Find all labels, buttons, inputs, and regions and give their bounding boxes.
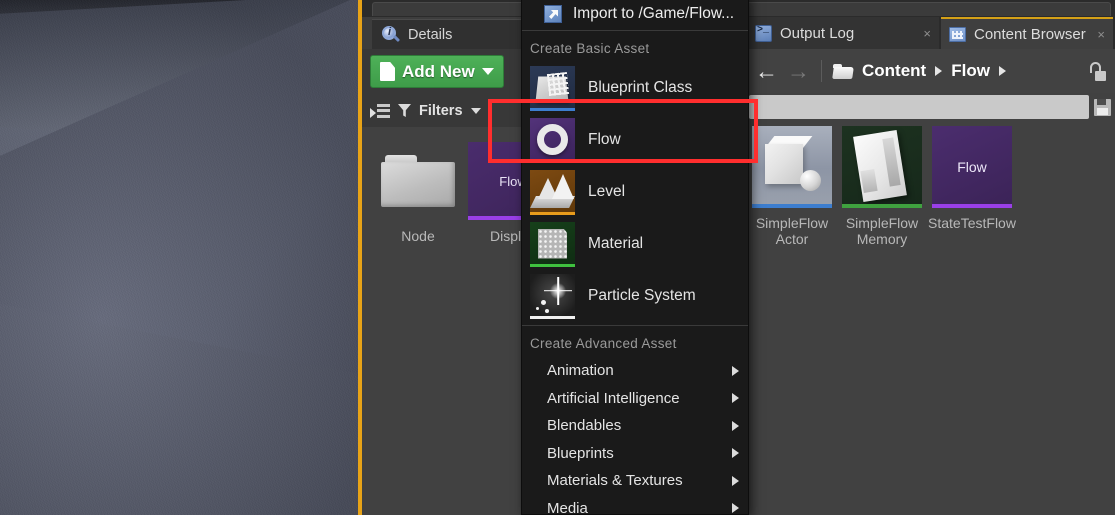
menu-section-header-advanced: Create Advanced Asset — [530, 336, 677, 351]
chevron-right-icon[interactable] — [935, 66, 943, 76]
asset-tile-simpleflowmemory[interactable]: SimpleFlow Memory — [840, 126, 924, 247]
menu-item-flow[interactable]: Flow — [522, 114, 748, 166]
content-browser-asset-grid: SimpleFlow Actor SimpleFlow Memory Flow — [745, 121, 1115, 515]
menu-item-material-label: Material — [588, 235, 644, 252]
search-input[interactable] — [749, 95, 1089, 119]
funnel-icon — [398, 104, 411, 117]
submenu-arrow-icon — [732, 475, 739, 486]
asset-tile-simpleflowactor[interactable]: SimpleFlow Actor — [750, 126, 834, 247]
submenu-arrow-icon — [732, 503, 739, 514]
submenu-arrow-icon — [732, 420, 739, 431]
menu-item-material[interactable]: Material — [522, 218, 748, 270]
breadcrumb-divider — [821, 60, 822, 82]
tab-output-log[interactable]: Output Log × — [747, 17, 939, 49]
asset-tile-node[interactable]: Node — [370, 142, 466, 244]
asset-label-line1: SimpleFlow — [845, 215, 919, 231]
breadcrumb-item-content[interactable]: Content — [862, 61, 926, 81]
import-icon — [544, 5, 562, 23]
flow-asset-icon — [530, 117, 575, 163]
lock-icon[interactable] — [1089, 62, 1106, 81]
menu-item-animation-label: Animation — [547, 362, 614, 380]
level-viewport[interactable] — [0, 0, 362, 515]
asset-label-line2: Memory — [856, 231, 908, 247]
menu-item-particle-system-label: Particle System — [588, 287, 696, 304]
sources-panel-icon[interactable] — [370, 103, 390, 119]
asset-tile-statetestflow[interactable]: Flow StateTestFlow — [928, 126, 1016, 231]
submenu-arrow-icon — [732, 365, 739, 376]
back-arrow-icon[interactable]: ← — [755, 59, 778, 83]
right-dock-top-strip — [745, 0, 1115, 17]
menu-item-blueprint-class-label: Blueprint Class — [588, 79, 693, 96]
flow-thumb-label: Flow — [957, 159, 987, 175]
add-new-label: Add New — [402, 61, 475, 81]
tab-content-browser[interactable]: Content Browser × — [941, 17, 1113, 49]
content-browser-icon — [949, 26, 966, 42]
new-document-icon — [380, 62, 395, 81]
right-dock-tabstrip: Output Log × Content Browser × — [745, 17, 1115, 49]
menu-item-flow-label: Flow — [588, 131, 621, 148]
asset-label: SimpleFlow Memory — [846, 215, 918, 247]
asset-label-line2: Actor — [775, 231, 809, 247]
blueprint-actor-thumbnail — [752, 126, 832, 208]
menu-item-animation[interactable]: Animation — [522, 357, 748, 385]
menu-item-materials-and-textures-label: Materials & Textures — [547, 472, 683, 490]
add-new-context-menu: Import to /Game/Flow... Create Basic Ass… — [521, 0, 749, 515]
submenu-arrow-icon — [732, 393, 739, 404]
close-icon[interactable]: × — [923, 27, 931, 40]
menu-item-level[interactable]: Level — [522, 166, 748, 218]
menu-item-artificial-intelligence-label: Artificial Intelligence — [547, 389, 680, 407]
menu-item-blueprints[interactable]: Blueprints — [522, 440, 748, 468]
breadcrumb: ← → Content Flow — [745, 49, 1115, 93]
menu-item-blueprints-label: Blueprints — [547, 444, 614, 462]
asset-label-line1: SimpleFlow — [755, 215, 829, 231]
menu-item-materials-and-textures[interactable]: Materials & Textures — [522, 467, 748, 495]
particle-system-icon — [530, 273, 575, 319]
tab-content-browser-label: Content Browser — [974, 25, 1086, 43]
close-icon[interactable]: × — [1097, 28, 1105, 41]
flow-asset-thumbnail: Flow — [932, 126, 1012, 208]
blueprint-class-icon — [530, 65, 575, 111]
viewport-vignette — [0, 0, 362, 515]
chevron-down-icon[interactable] — [470, 107, 481, 114]
chevron-right-icon[interactable] — [998, 66, 1006, 76]
menu-item-blendables[interactable]: Blendables — [522, 412, 748, 440]
folder-icon — [832, 63, 854, 79]
add-new-button[interactable]: Add New — [370, 55, 504, 88]
chevron-down-icon — [481, 68, 494, 75]
material-icon — [530, 221, 575, 267]
menu-item-import[interactable]: Import to /Game/Flow... — [522, 1, 748, 27]
menu-item-blueprint-class[interactable]: Blueprint Class — [522, 62, 748, 114]
menu-item-artificial-intelligence[interactable]: Artificial Intelligence — [522, 385, 748, 413]
asset-label: SimpleFlow Actor — [756, 215, 828, 247]
menu-item-blendables-label: Blendables — [547, 417, 622, 435]
folder-icon — [373, 142, 463, 220]
breadcrumb-item-flow[interactable]: Flow — [951, 61, 990, 81]
forward-arrow-icon[interactable]: → — [787, 59, 810, 83]
menu-divider — [522, 30, 748, 31]
details-icon — [382, 25, 401, 44]
menu-item-particle-system[interactable]: Particle System — [522, 270, 748, 322]
filters-label[interactable]: Filters — [419, 103, 463, 119]
menu-divider — [522, 325, 748, 326]
asset-label: Node — [401, 228, 435, 244]
asset-label: StateTestFlow — [928, 215, 1016, 231]
blueprint-memory-thumbnail — [842, 126, 922, 208]
level-icon — [530, 169, 575, 215]
right-dock-panel: Output Log × Content Browser × ← → Conte… — [745, 0, 1115, 515]
right-dock-top-strip-inner — [747, 2, 1111, 16]
menu-item-level-label: Level — [588, 183, 626, 200]
tab-output-log-label: Output Log — [780, 24, 855, 42]
submenu-arrow-icon — [732, 448, 739, 459]
content-browser-search-row — [745, 93, 1115, 121]
menu-section-header-basic: Create Basic Asset — [530, 41, 650, 56]
menu-item-media-label: Media — [547, 499, 588, 515]
menu-item-media[interactable]: Media — [522, 495, 748, 515]
menu-item-import-label: Import to /Game/Flow... — [573, 5, 735, 22]
save-search-icon[interactable] — [1094, 99, 1111, 116]
output-log-icon — [755, 24, 772, 42]
tab-details-label: Details — [408, 26, 453, 43]
